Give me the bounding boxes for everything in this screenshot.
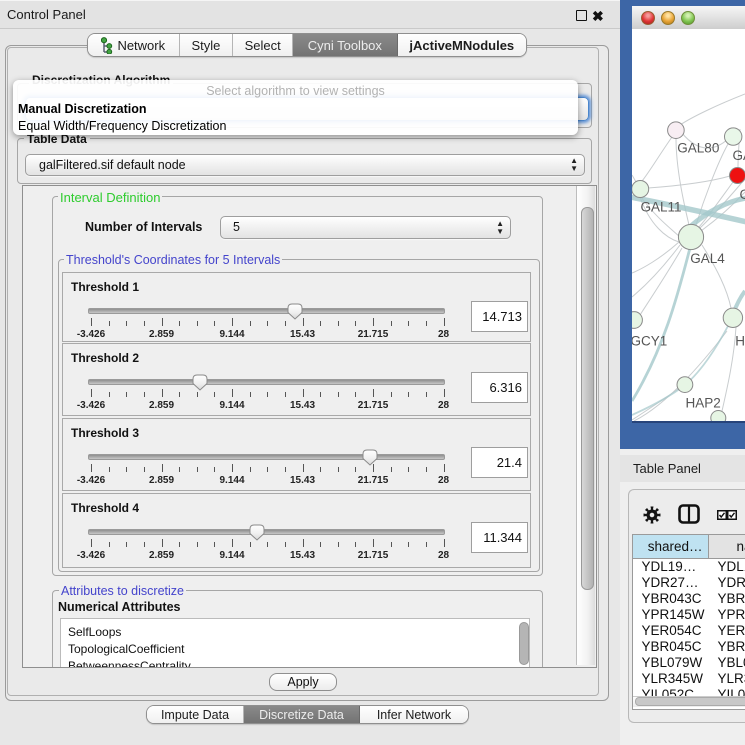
svg-text:GAL: GAL — [733, 148, 745, 163]
svg-text:GAL4: GAL4 — [690, 251, 725, 266]
svg-text:GAL11: GAL11 — [641, 200, 682, 215]
svg-text:C: C — [740, 187, 745, 202]
svg-text:GAL80: GAL80 — [677, 141, 719, 156]
svg-text:HAP2: HAP2 — [686, 396, 721, 411]
svg-text:H: H — [735, 334, 745, 349]
svg-text:GCY1: GCY1 — [632, 334, 667, 349]
